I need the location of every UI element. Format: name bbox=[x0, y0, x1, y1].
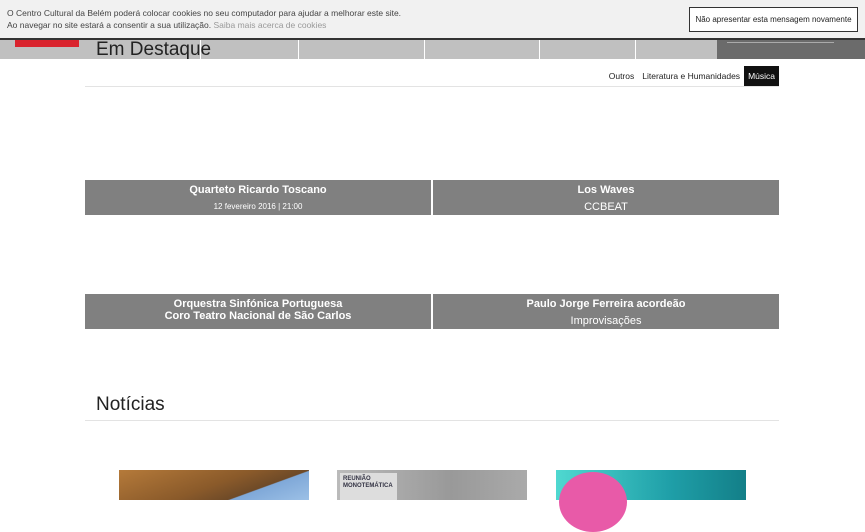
event-card[interactable]: Quarteto Ricardo Toscano 12 fevereiro 20… bbox=[85, 180, 431, 215]
event-card[interactable]: Los Waves CCBEAT bbox=[433, 180, 779, 215]
tab-musica[interactable]: Música bbox=[744, 66, 779, 86]
cookie-more-link[interactable]: Saiba mais acerca de cookies bbox=[214, 20, 327, 30]
logo[interactable] bbox=[15, 40, 79, 47]
nav-divider bbox=[424, 40, 425, 59]
search-area[interactable] bbox=[717, 40, 865, 59]
tab-literatura[interactable]: Literatura e Humanidades bbox=[638, 66, 744, 86]
news-image[interactable] bbox=[556, 470, 746, 532]
tab-outros[interactable]: Outros bbox=[605, 66, 639, 86]
event-date: 12 fevereiro 2016 | 21:00 bbox=[213, 202, 303, 211]
event-subtitle: Improvisações bbox=[570, 315, 642, 327]
cookie-line1: O Centro Cultural da Belém poderá coloca… bbox=[7, 8, 402, 18]
cookie-banner: O Centro Cultural da Belém poderá coloca… bbox=[0, 0, 865, 40]
news-image[interactable] bbox=[119, 470, 309, 500]
category-tabs: Outros Literatura e Humanidades Música bbox=[605, 66, 779, 86]
cookie-line2: Ao navegar no site estará a consentir a … bbox=[7, 20, 212, 30]
event-title: Quarteto Ricardo Toscano bbox=[189, 184, 327, 196]
event-title: Los Waves bbox=[577, 184, 635, 196]
news-image[interactable]: REUNIÃO MONOTEMÁTICA bbox=[337, 470, 527, 500]
event-subtitle: CCBEAT bbox=[584, 201, 628, 213]
featured-title: Em Destaque bbox=[96, 39, 212, 60]
divider bbox=[85, 86, 779, 87]
event-card[interactable]: Paulo Jorge Ferreira acordeão Improvisaç… bbox=[433, 294, 779, 329]
cell-illustration bbox=[559, 472, 627, 532]
dismiss-cookie-button[interactable]: Não apresentar esta mensagem novamente bbox=[689, 7, 858, 32]
event-title-line2: Coro Teatro Nacional de São Carlos bbox=[164, 310, 352, 322]
search-input[interactable] bbox=[727, 42, 834, 43]
nav-divider bbox=[635, 40, 636, 59]
nav-divider bbox=[298, 40, 299, 59]
event-card[interactable]: Orquestra Sinfónica Portuguesa Coro Teat… bbox=[85, 294, 431, 329]
nav-divider bbox=[539, 40, 540, 59]
cookie-text: O Centro Cultural da Belém poderá coloca… bbox=[7, 7, 401, 31]
divider bbox=[85, 420, 779, 421]
news-image-label: REUNIÃO MONOTEMÁTICA bbox=[340, 473, 397, 500]
event-title: Orquestra Sinfónica Portuguesa bbox=[173, 298, 343, 310]
news-title: Notícias bbox=[96, 394, 165, 415]
event-title: Paulo Jorge Ferreira acordeão bbox=[526, 298, 686, 310]
